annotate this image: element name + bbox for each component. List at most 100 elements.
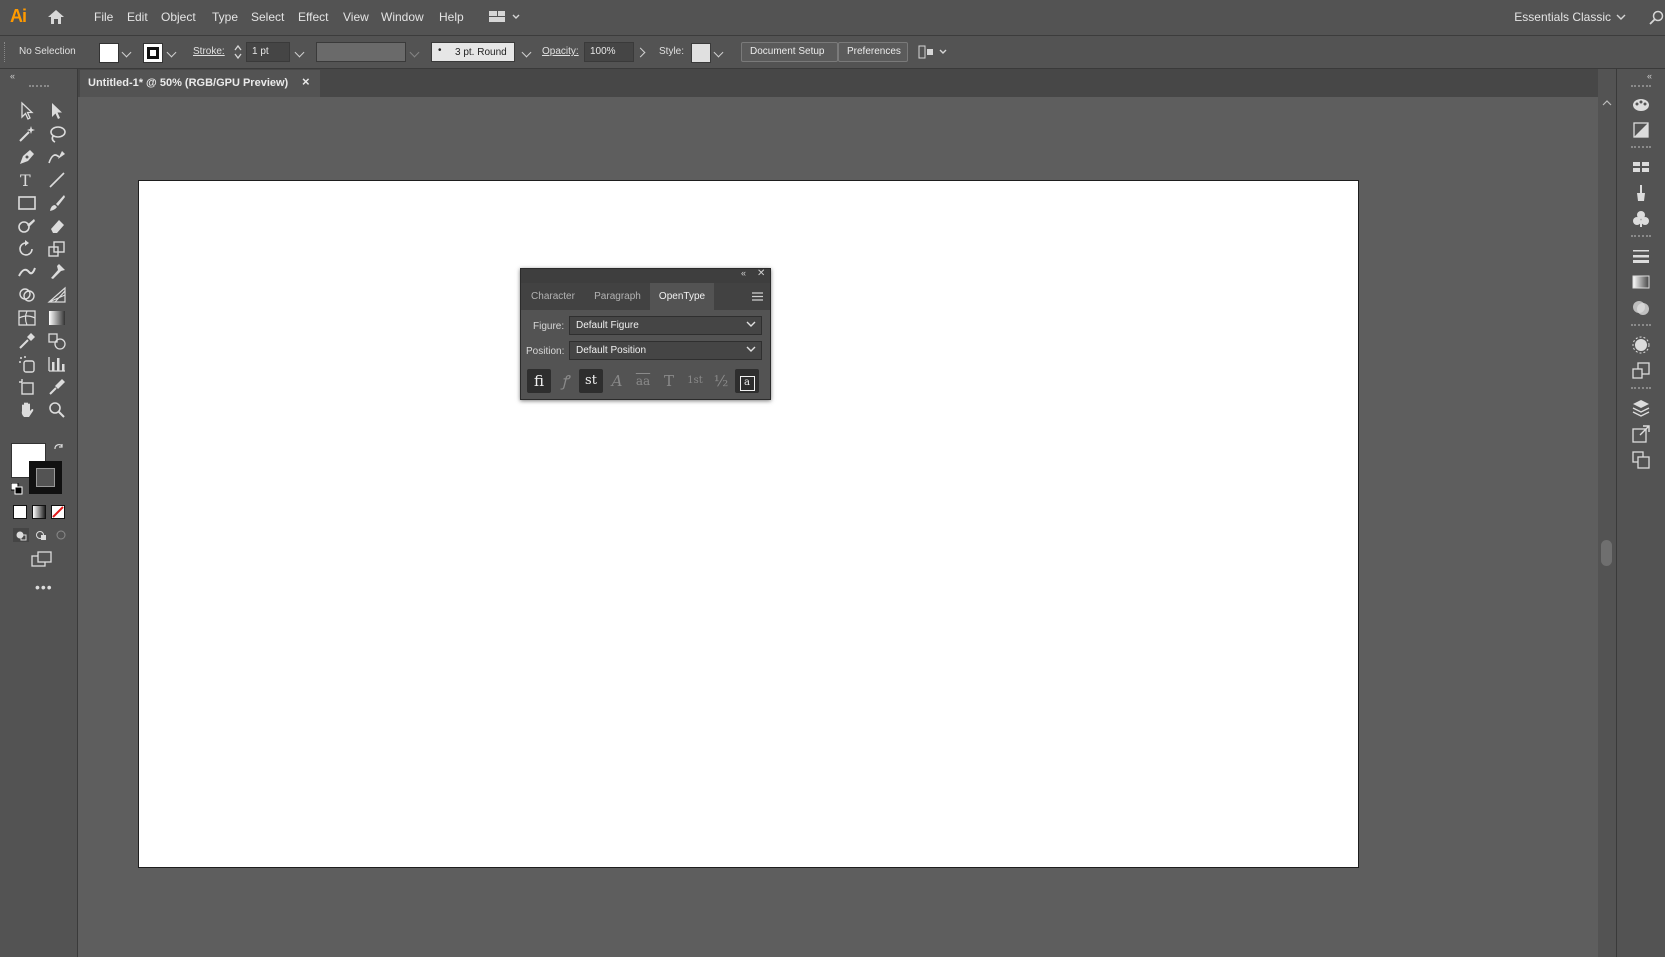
stroke-weight-field[interactable]: 1 pt [246, 42, 290, 62]
eyedropper-tool-icon[interactable] [17, 331, 39, 351]
brushes-panel-icon[interactable] [1631, 183, 1651, 203]
swap-fill-stroke-icon[interactable] [53, 443, 65, 455]
rectangle-tool-icon[interactable] [17, 193, 39, 213]
menu-file[interactable]: File [94, 10, 113, 24]
titling-alternates-button[interactable]: T [657, 369, 681, 393]
graphic-style-swatch[interactable] [691, 43, 711, 63]
dock-grip[interactable] [1631, 85, 1651, 87]
color-panel-icon[interactable] [1631, 94, 1651, 114]
tab-opentype[interactable]: OpenType [650, 283, 714, 310]
chevron-right-icon[interactable] [635, 47, 646, 58]
contextual-alternates-button[interactable]: ꝭ [553, 369, 577, 393]
menu-help[interactable]: Help [439, 10, 464, 24]
document-setup-button[interactable]: Document Setup [741, 42, 838, 62]
lasso-tool-icon[interactable] [47, 124, 69, 144]
mesh-tool-icon[interactable] [17, 308, 39, 328]
slice-tool-icon[interactable] [47, 377, 69, 397]
shaper-tool-icon[interactable] [17, 216, 39, 236]
search-icon[interactable] [1648, 10, 1664, 26]
gradient-mode-icon[interactable] [32, 505, 46, 519]
menu-object[interactable]: Object [161, 10, 196, 24]
graphic-styles-panel-icon[interactable] [1631, 361, 1651, 381]
color-guide-icon[interactable] [1631, 120, 1651, 140]
brush-definition[interactable]: • 3 pt. Round [431, 42, 515, 62]
opacity-field[interactable]: 100% [584, 42, 634, 62]
puppet-warp-tool-icon[interactable] [47, 262, 69, 282]
width-tool-icon[interactable] [17, 262, 39, 282]
figure-dropdown[interactable]: Default Figure [569, 316, 762, 335]
align-options-icon[interactable] [918, 45, 950, 59]
edit-toolbar-icon[interactable]: ••• [35, 579, 53, 595]
magic-wand-tool-icon[interactable] [17, 124, 39, 144]
rotate-tool-icon[interactable] [17, 239, 39, 259]
blend-tool-icon[interactable] [47, 331, 69, 351]
shape-builder-tool-icon[interactable] [17, 285, 39, 305]
curvature-tool-icon[interactable] [47, 147, 69, 167]
chevron-down-icon[interactable] [1616, 13, 1626, 21]
control-bar-grip[interactable] [4, 42, 8, 62]
screen-mode-icon[interactable] [31, 551, 53, 569]
panel-menu-icon[interactable] [752, 292, 763, 301]
chevron-down-icon[interactable] [121, 47, 132, 58]
eraser-tool-icon[interactable] [47, 216, 69, 236]
gradient-tool-icon[interactable] [47, 308, 69, 328]
symbol-sprayer-tool-icon[interactable] [17, 354, 39, 374]
tab-paragraph[interactable]: Paragraph [585, 283, 650, 310]
draw-behind-icon[interactable] [33, 528, 49, 542]
stylistic-sets-button[interactable]: a [735, 369, 759, 393]
transparency-panel-icon[interactable] [1631, 298, 1651, 318]
line-segment-tool-icon[interactable] [47, 170, 69, 190]
column-graph-tool-icon[interactable] [47, 354, 69, 374]
menu-view[interactable]: View [343, 10, 369, 24]
swash-button[interactable]: A [605, 369, 629, 393]
document-tab[interactable]: Untitled-1* @ 50% (RGB/GPU Preview) × [80, 70, 320, 97]
menu-edit[interactable]: Edit [127, 10, 148, 24]
scale-tool-icon[interactable] [47, 239, 69, 259]
stroke-label[interactable]: Stroke: [193, 46, 225, 57]
appearance-panel-icon[interactable] [1631, 335, 1651, 355]
asset-export-panel-icon[interactable] [1631, 424, 1651, 444]
chevron-down-icon[interactable] [294, 47, 305, 58]
vertical-scrollbar[interactable] [1598, 97, 1616, 957]
stylistic-alternates-button[interactable]: aa [631, 369, 655, 393]
perspective-grid-tool-icon[interactable] [47, 285, 69, 305]
vertical-scroll-thumb[interactable] [1601, 540, 1612, 566]
hand-tool-icon[interactable] [17, 400, 39, 420]
selection-tool-icon[interactable] [17, 101, 39, 121]
pen-tool-icon[interactable] [17, 147, 39, 167]
collapse-panel-icon[interactable]: « [10, 71, 15, 81]
panel-header[interactable]: « ✕ [521, 268, 770, 283]
swatches-panel-icon[interactable] [1631, 157, 1651, 177]
stroke-stepper-icon[interactable] [234, 44, 242, 60]
menu-effect[interactable]: Effect [298, 10, 328, 24]
chevron-down-icon[interactable] [521, 47, 532, 58]
preferences-button[interactable]: Preferences [838, 42, 908, 62]
artboard-tool-icon[interactable] [17, 377, 39, 397]
standard-ligatures-button[interactable]: ﬁ [527, 369, 551, 393]
home-icon[interactable] [47, 9, 65, 25]
zoom-tool-icon[interactable] [47, 400, 69, 420]
direct-selection-tool-icon[interactable] [47, 101, 69, 121]
close-panel-icon[interactable]: ✕ [757, 268, 765, 279]
draw-inside-icon[interactable] [53, 528, 69, 542]
variable-width-profile[interactable] [316, 42, 406, 62]
paintbrush-tool-icon[interactable] [47, 193, 69, 213]
opacity-label[interactable]: Opacity: [542, 46, 579, 57]
ordinals-button[interactable]: 1st [683, 369, 707, 393]
type-tool-icon[interactable]: T [17, 170, 39, 190]
position-dropdown[interactable]: Default Position [569, 341, 762, 360]
menu-type[interactable]: Type [212, 10, 238, 24]
stroke-swatch[interactable] [143, 43, 163, 63]
layers-panel-icon[interactable] [1631, 398, 1651, 418]
collapse-panel-icon[interactable]: « [741, 268, 746, 278]
default-fill-stroke-icon[interactable] [11, 483, 23, 495]
fractions-button[interactable]: ½ [709, 369, 733, 393]
draw-normal-icon[interactable] [13, 528, 29, 542]
none-mode-icon[interactable] [51, 505, 65, 519]
expand-panels-icon[interactable]: « [1647, 71, 1652, 81]
color-mode-icon[interactable] [13, 505, 27, 519]
chevron-down-icon[interactable] [713, 47, 724, 58]
toolbar-grip[interactable] [29, 85, 49, 87]
menu-select[interactable]: Select [251, 10, 284, 24]
fill-swatch[interactable] [99, 43, 119, 63]
